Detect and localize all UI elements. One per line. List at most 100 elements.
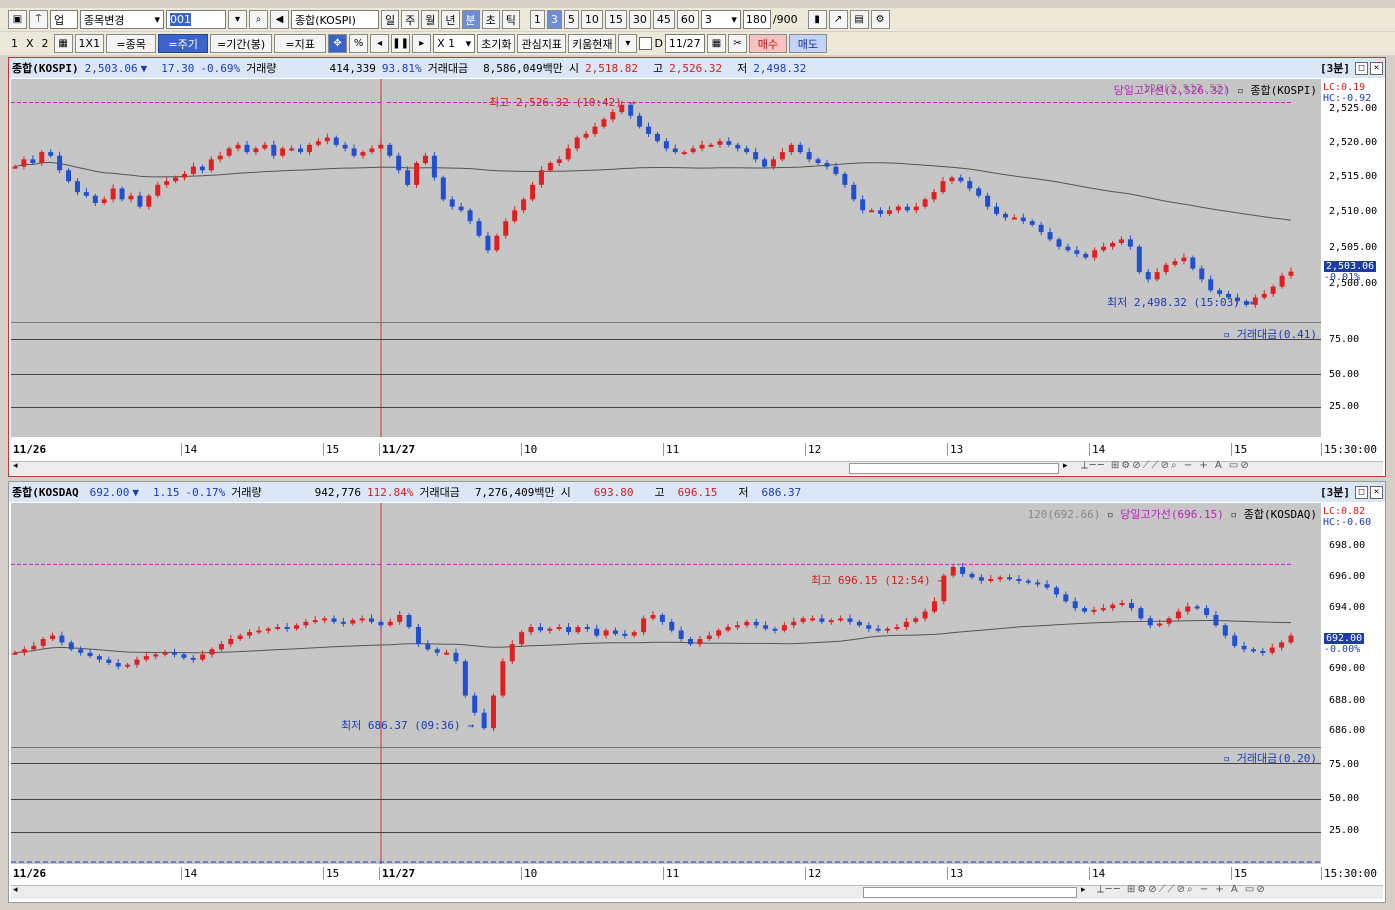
- reset-button[interactable]: 초기화: [477, 34, 516, 53]
- kosdaq-y-axis[interactable]: LC:0.82 HC:-0.60 698.00 696.00 694.00 69…: [1321, 503, 1383, 864]
- sell-button[interactable]: 매도: [788, 34, 827, 53]
- interval-60-button[interactable]: 60: [676, 10, 699, 29]
- change-symbol-dropdown[interactable]: 종목변경 ▾: [80, 10, 164, 29]
- candle-body: [875, 628, 881, 631]
- candle-body: [351, 148, 357, 156]
- window-icon[interactable]: ▣: [8, 10, 27, 29]
- down-arrow-icon: ▼: [132, 485, 139, 499]
- layout-1-button[interactable]: 1: [8, 37, 21, 50]
- scroll-thumb[interactable]: [849, 463, 1059, 474]
- interval-15-button[interactable]: 15: [604, 10, 627, 29]
- candle-type-icon[interactable]: ▮: [807, 10, 827, 29]
- candle: [584, 624, 590, 632]
- interval-45-button[interactable]: 45: [652, 10, 675, 29]
- layout-x-button[interactable]: X: [23, 37, 37, 50]
- kospi-y-axis[interactable]: LC:0.19 HC:-0.92 2,525.00 2,520.00 2,515…: [1321, 79, 1383, 437]
- interval-1-button[interactable]: 1: [529, 10, 545, 29]
- candle: [1091, 606, 1097, 615]
- period-day-button[interactable]: 일: [381, 10, 400, 29]
- candle-body: [903, 621, 909, 627]
- period-minute-button[interactable]: 분: [461, 10, 480, 29]
- candle-body: [678, 630, 684, 639]
- interval-5-button[interactable]: 5: [563, 10, 579, 29]
- crosshair-icon[interactable]: ✥: [328, 34, 348, 53]
- candle: [1194, 604, 1200, 611]
- candle-body: [521, 199, 527, 211]
- candle: [753, 148, 759, 163]
- candle: [690, 145, 696, 155]
- period-tick-button[interactable]: 틱: [501, 10, 520, 29]
- next-icon[interactable]: ▸: [412, 34, 432, 53]
- candle: [885, 626, 891, 634]
- period-week-button[interactable]: 주: [401, 10, 420, 29]
- candle-body: [289, 148, 295, 151]
- candle: [856, 619, 862, 628]
- calendar-icon[interactable]: ▦: [706, 34, 726, 53]
- period-year-button[interactable]: 년: [441, 10, 460, 29]
- scissors-icon[interactable]: ✂: [727, 34, 747, 53]
- sync-range-button[interactable]: =기간(봉): [210, 34, 273, 53]
- pin-icon[interactable]: ⍑: [29, 10, 48, 29]
- scroll-left-icon[interactable]: ◂: [13, 885, 18, 895]
- scroll-right-icon[interactable]: ▸: [1081, 885, 1086, 895]
- search-icon[interactable]: ⌕: [249, 10, 268, 29]
- multiplier-select[interactable]: X 1 ▾: [433, 34, 476, 53]
- chevron-down-icon[interactable]: ▾: [228, 10, 247, 29]
- interval-3-button[interactable]: 3: [546, 10, 562, 29]
- kospi-plot-area[interactable]: 120(2,512.52) 당일고가선(2,526.32) ▫ 종합(KOSPI…: [11, 79, 1321, 437]
- kospi-scrollbar[interactable]: ◂ ▸ ⟂── ⊞⚙⊘⟋⟋⊘⌕ − + A ▭⊘: [11, 460, 1383, 475]
- prev-icon[interactable]: ◂: [370, 34, 390, 53]
- period-second-button[interactable]: 초: [481, 10, 500, 29]
- save-icon[interactable]: ▤: [849, 10, 869, 29]
- close-icon[interactable]: ✕: [1370, 61, 1383, 75]
- candle-body: [1091, 609, 1097, 612]
- candle: [322, 616, 328, 624]
- watch-indicator-button[interactable]: 관심지표: [517, 34, 566, 53]
- candle-body: [481, 712, 487, 729]
- scroll-left-icon[interactable]: ◂: [13, 461, 18, 471]
- chart-tools-icons[interactable]: ⟂── ⊞⚙⊘⟋⟋⊘⌕ − + A ▭⊘: [1081, 460, 1251, 471]
- scroll-right-icon[interactable]: ▸: [1063, 461, 1068, 471]
- symbol-name[interactable]: 종합(KOSDAQ: [9, 484, 82, 500]
- scroll-thumb[interactable]: [863, 887, 1077, 898]
- sync-indicator-button[interactable]: =지표: [274, 34, 327, 53]
- percent-button[interactable]: %: [349, 34, 369, 53]
- date-checkbox[interactable]: [639, 37, 653, 50]
- grid-icon[interactable]: ▦: [53, 34, 73, 53]
- grid-1x1-button[interactable]: 1X1: [74, 34, 105, 53]
- chevron-down-icon[interactable]: ▾: [618, 34, 638, 53]
- kosdaq-plot-area[interactable]: 120(692.66) ▫ 당일고가선(696.15) ▫ 종합(KOSDAQ)…: [11, 503, 1321, 864]
- candle-body: [1136, 246, 1142, 273]
- kosdaq-scrollbar[interactable]: ◂ ▸ ⟂── ⊞⚙⊘⟋⟋⊘⌕ − + A ▭⊘: [11, 884, 1383, 899]
- line-type-icon[interactable]: ↗: [828, 10, 848, 29]
- interval-30-button[interactable]: 30: [628, 10, 651, 29]
- sync-period-button[interactable]: =주기: [158, 34, 209, 53]
- interval-10-button[interactable]: 10: [580, 10, 603, 29]
- candle-body: [885, 628, 891, 631]
- close-icon[interactable]: ✕: [1370, 485, 1383, 499]
- kiwoom-current-button[interactable]: 키움현재: [567, 34, 617, 53]
- candle: [253, 146, 259, 156]
- maximize-icon[interactable]: □: [1355, 61, 1368, 75]
- x-tick: 11/27: [379, 867, 415, 880]
- chart-tools-icons[interactable]: ⟂── ⊞⚙⊘⟋⟋⊘⌕ − + A ▭⊘: [1097, 884, 1267, 895]
- pause-icon[interactable]: ❚❚: [391, 34, 411, 53]
- code-input[interactable]: 001: [166, 10, 226, 29]
- candle-body: [725, 627, 731, 631]
- count-input[interactable]: 180: [742, 10, 771, 29]
- candle: [646, 122, 652, 137]
- sync-symbol-button[interactable]: =종목: [106, 34, 157, 53]
- candle-body: [1175, 611, 1181, 619]
- gear-icon[interactable]: ⚙: [870, 10, 890, 29]
- layout-2-button[interactable]: 2: [39, 37, 52, 50]
- candle-body: [985, 195, 991, 207]
- speaker-icon[interactable]: ◀: [270, 10, 289, 29]
- period-month-button[interactable]: 월: [421, 10, 440, 29]
- maximize-icon[interactable]: □: [1355, 485, 1368, 499]
- symbol-name[interactable]: 종합(KOSPI): [9, 60, 82, 76]
- buy-button[interactable]: 매수: [748, 34, 787, 53]
- market-select[interactable]: 업: [50, 10, 78, 29]
- date-input[interactable]: 11/27: [664, 34, 705, 53]
- interval-select[interactable]: 3 ▾: [700, 10, 741, 29]
- candle: [303, 618, 309, 629]
